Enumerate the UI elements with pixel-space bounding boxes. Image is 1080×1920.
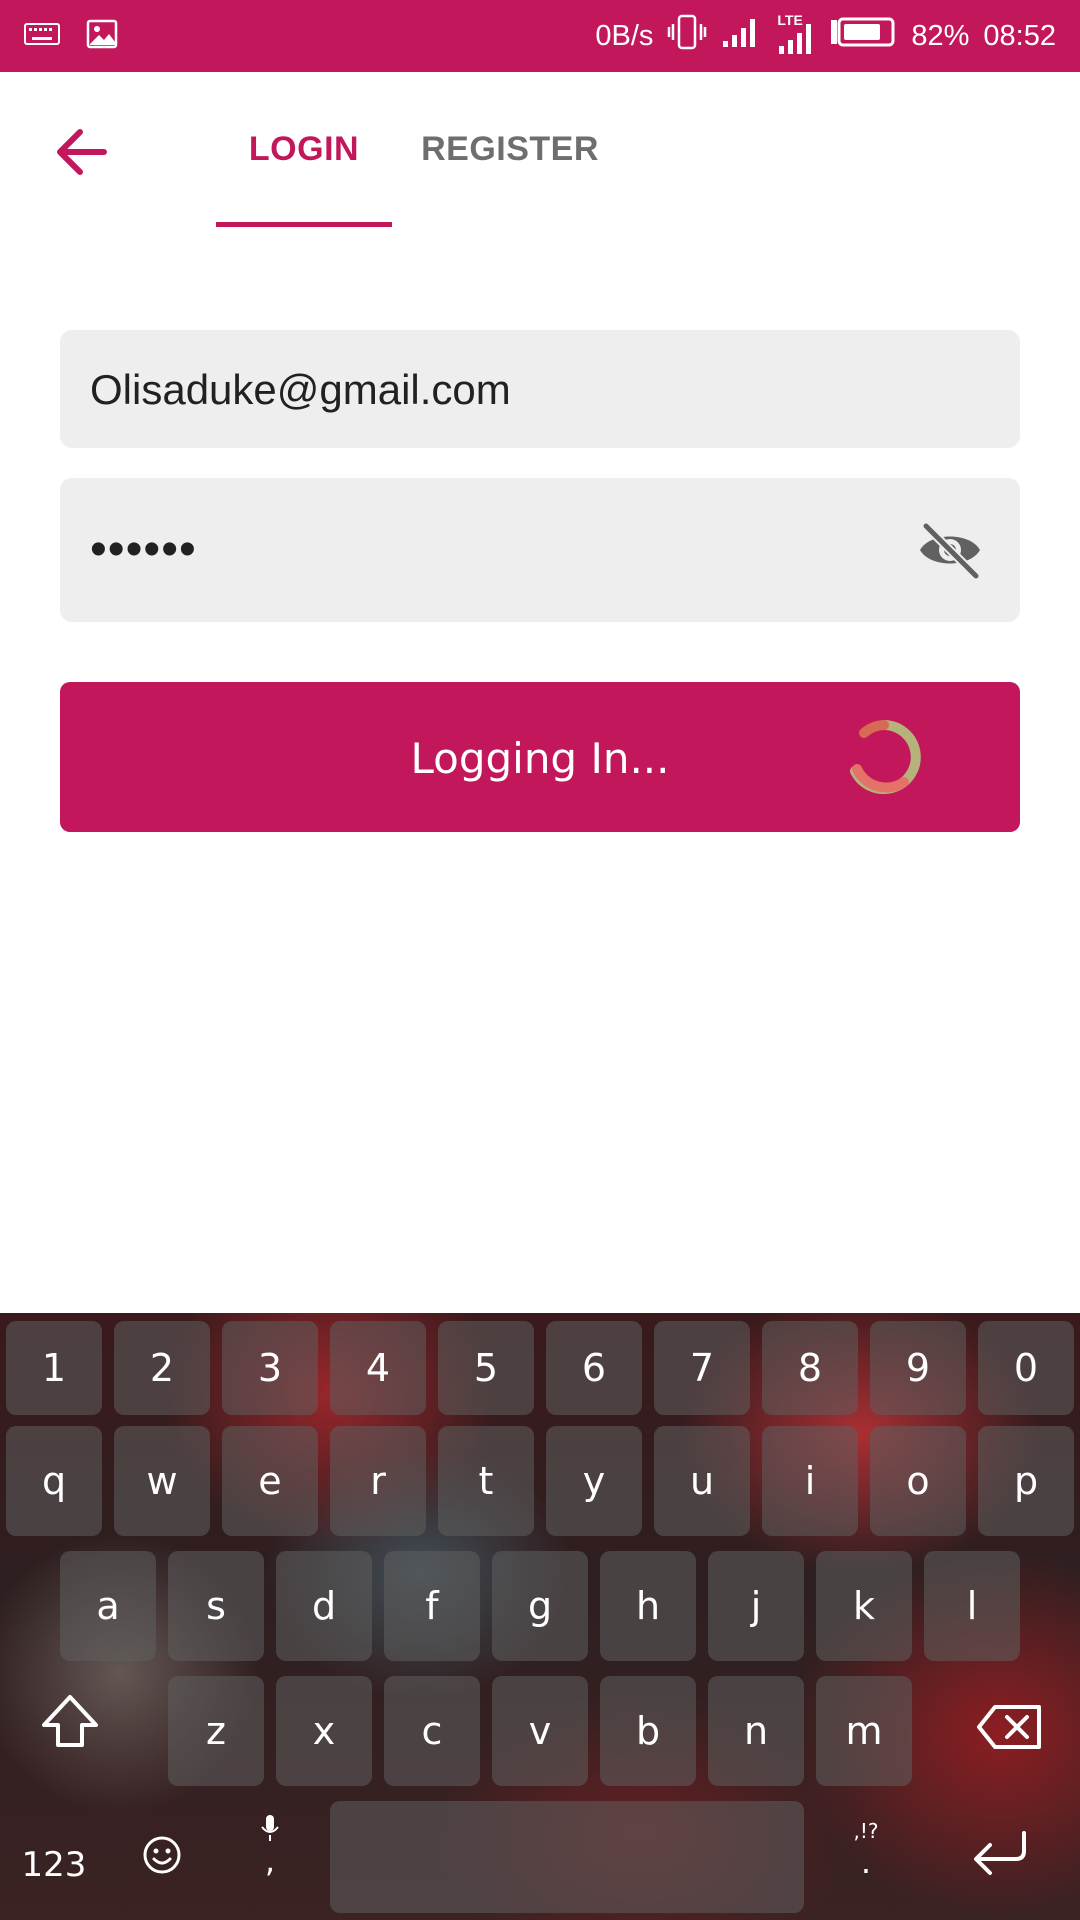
shift-key[interactable] bbox=[28, 1693, 112, 1763]
key-a[interactable]: a bbox=[60, 1551, 156, 1661]
arrow-back-icon bbox=[57, 129, 107, 175]
key-h[interactable]: h bbox=[600, 1551, 696, 1661]
key-1[interactable]: 1 bbox=[6, 1321, 102, 1415]
key-z[interactable]: z bbox=[168, 1676, 264, 1786]
key-r[interactable]: r bbox=[330, 1426, 426, 1536]
period-label: . bbox=[860, 1843, 872, 1881]
backspace-key[interactable] bbox=[968, 1703, 1052, 1763]
key-w[interactable]: w bbox=[114, 1426, 210, 1536]
key-v[interactable]: v bbox=[492, 1676, 588, 1786]
key-y[interactable]: y bbox=[546, 1426, 642, 1536]
key-p[interactable]: p bbox=[978, 1426, 1074, 1536]
email-value: Olisaduke@gmail.com bbox=[90, 366, 511, 413]
period-key[interactable]: ,!? . bbox=[836, 1818, 896, 1908]
key-2[interactable]: 2 bbox=[114, 1321, 210, 1415]
key-5[interactable]: 5 bbox=[438, 1321, 534, 1415]
key-n[interactable]: n bbox=[708, 1676, 804, 1786]
key-u[interactable]: u bbox=[654, 1426, 750, 1536]
key-l[interactable]: l bbox=[924, 1551, 1020, 1661]
enter-key[interactable] bbox=[960, 1827, 1040, 1897]
key-o[interactable]: o bbox=[870, 1426, 966, 1536]
space-key[interactable] bbox=[330, 1801, 804, 1913]
tab-register[interactable]: REGISTER bbox=[410, 130, 610, 169]
key-7[interactable]: 7 bbox=[654, 1321, 750, 1415]
key-s[interactable]: s bbox=[168, 1551, 264, 1661]
comma-label: , bbox=[264, 1842, 276, 1880]
key-b[interactable]: b bbox=[600, 1676, 696, 1786]
comma-key[interactable]: , bbox=[240, 1813, 300, 1913]
lte-signal-icon: LTE bbox=[775, 12, 815, 56]
symbols-key[interactable]: 123 bbox=[14, 1835, 94, 1895]
eye-off-icon[interactable] bbox=[916, 520, 984, 580]
login-screen: 0B/s LTE 82% 08:52 LOGIN REGISTER Olisad… bbox=[0, 0, 1080, 1920]
emoji-key[interactable] bbox=[132, 1833, 192, 1893]
auth-header: LOGIN REGISTER bbox=[0, 72, 1080, 232]
shift-icon bbox=[42, 1695, 98, 1747]
back-button[interactable] bbox=[52, 122, 122, 182]
password-field[interactable]: •••••• bbox=[60, 478, 1020, 622]
key-3[interactable]: 3 bbox=[222, 1321, 318, 1415]
enter-icon bbox=[974, 1831, 1026, 1875]
key-d[interactable]: d bbox=[276, 1551, 372, 1661]
email-field[interactable]: Olisaduke@gmail.com bbox=[60, 330, 1020, 448]
battery-percent: 82% bbox=[911, 19, 970, 52]
key-m[interactable]: m bbox=[816, 1676, 912, 1786]
key-8[interactable]: 8 bbox=[762, 1321, 858, 1415]
key-c[interactable]: c bbox=[384, 1676, 480, 1786]
backspace-icon bbox=[977, 1705, 1041, 1749]
key-6[interactable]: 6 bbox=[546, 1321, 642, 1415]
punctuation-label: ,!? bbox=[853, 1819, 879, 1843]
key-4[interactable]: 4 bbox=[330, 1321, 426, 1415]
image-icon bbox=[86, 18, 118, 55]
key-x[interactable]: x bbox=[276, 1676, 372, 1786]
key-j[interactable]: j bbox=[708, 1551, 804, 1661]
clock: 08:52 bbox=[983, 19, 1056, 52]
mic-icon bbox=[261, 1815, 279, 1841]
battery-icon bbox=[829, 17, 897, 55]
password-value: •••••• bbox=[90, 523, 197, 576]
emoji-icon bbox=[143, 1836, 181, 1874]
key-g[interactable]: g bbox=[492, 1551, 588, 1661]
key-9[interactable]: 9 bbox=[870, 1321, 966, 1415]
key-q[interactable]: q bbox=[6, 1426, 102, 1536]
tab-login[interactable]: LOGIN bbox=[216, 130, 392, 169]
vibrate-icon bbox=[667, 14, 707, 58]
soft-keyboard: 1234567890 qwertyuiop asdfghjkl zxcvbnm … bbox=[0, 1313, 1080, 1920]
status-bar: 0B/s LTE 82% 08:52 bbox=[0, 0, 1080, 72]
key-k[interactable]: k bbox=[816, 1551, 912, 1661]
key-t[interactable]: t bbox=[438, 1426, 534, 1536]
keyboard-icon bbox=[24, 22, 60, 50]
loading-spinner-icon bbox=[846, 719, 922, 795]
signal-icon bbox=[721, 15, 761, 57]
key-f[interactable]: f bbox=[384, 1551, 480, 1661]
net-speed: 0B/s bbox=[595, 19, 654, 52]
active-tab-indicator bbox=[216, 222, 392, 227]
login-button[interactable]: Logging In... bbox=[60, 682, 1020, 832]
key-i[interactable]: i bbox=[762, 1426, 858, 1536]
key-e[interactable]: e bbox=[222, 1426, 318, 1536]
key-0[interactable]: 0 bbox=[978, 1321, 1074, 1415]
